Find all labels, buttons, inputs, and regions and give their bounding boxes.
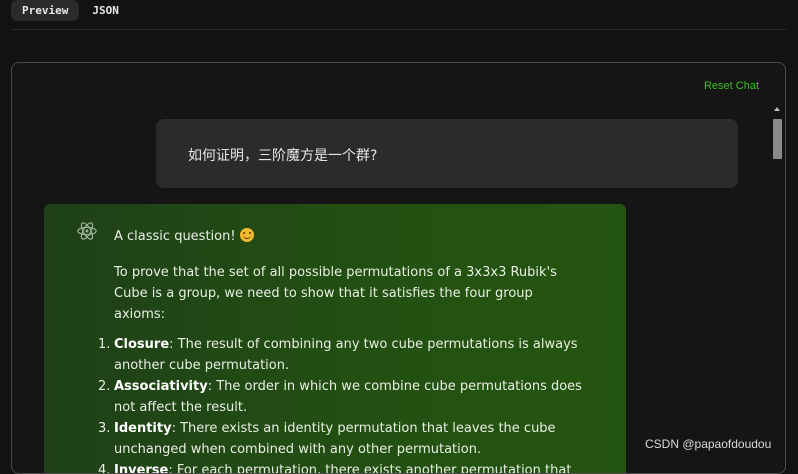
assistant-message-body: A classic question! To prove that the se… [98,226,584,474]
list-item: 4. Inverse: For each permutation, there e… [98,460,584,474]
list-number: 3. [98,421,111,436]
list-item: 1. Closure: The result of combining any t… [98,334,584,376]
assistant-intro: A classic question! [114,226,584,247]
list-item: 3. Identity: There exists an identity per… [98,418,584,460]
atom-icon [77,222,97,240]
axiom-text: : There exists an identity permutation t… [114,421,556,457]
assistant-intro-text: A classic question! [114,229,240,244]
smiling-face-emoji [239,228,254,242]
watermark: CSDN @papaofdoudou [645,437,772,451]
assistant-paragraph: To prove that the set of all possible pe… [114,265,557,322]
tab-preview[interactable]: Preview [11,0,80,21]
axiom-term: Inverse [114,463,169,474]
list-item: 2. Associativity: The order in which we c… [98,376,584,418]
list-number: 1. [98,337,111,352]
tabs-divider [11,29,786,30]
user-message: 如何证明，三阶魔方是一个群? [156,119,738,188]
axiom-text: : For each permutation, there exists ano… [168,463,572,474]
scroll-up-arrow-icon[interactable] [774,107,780,111]
assistant-message: A classic question! To prove that the se… [44,204,626,474]
axiom-term: Identity [114,421,172,436]
user-message-text: 如何证明，三阶魔方是一个群? [188,148,378,164]
view-tabs: Preview JSON [11,0,132,21]
axiom-text: : The result of combining any two cube p… [114,337,578,373]
axiom-term: Closure [114,337,170,352]
scrollbar-thumb[interactable] [773,119,782,159]
tab-json[interactable]: JSON [81,0,130,21]
axiom-list: 1. Closure: The result of combining any t… [98,334,584,474]
chat-panel: Reset Chat 如何证明，三阶魔方是一个群? A classic ques… [11,62,786,474]
reset-chat-button[interactable]: Reset Chat [704,80,759,92]
axiom-term: Associativity [114,379,208,394]
list-number: 2. [98,379,111,394]
list-number: 4. [98,463,111,474]
